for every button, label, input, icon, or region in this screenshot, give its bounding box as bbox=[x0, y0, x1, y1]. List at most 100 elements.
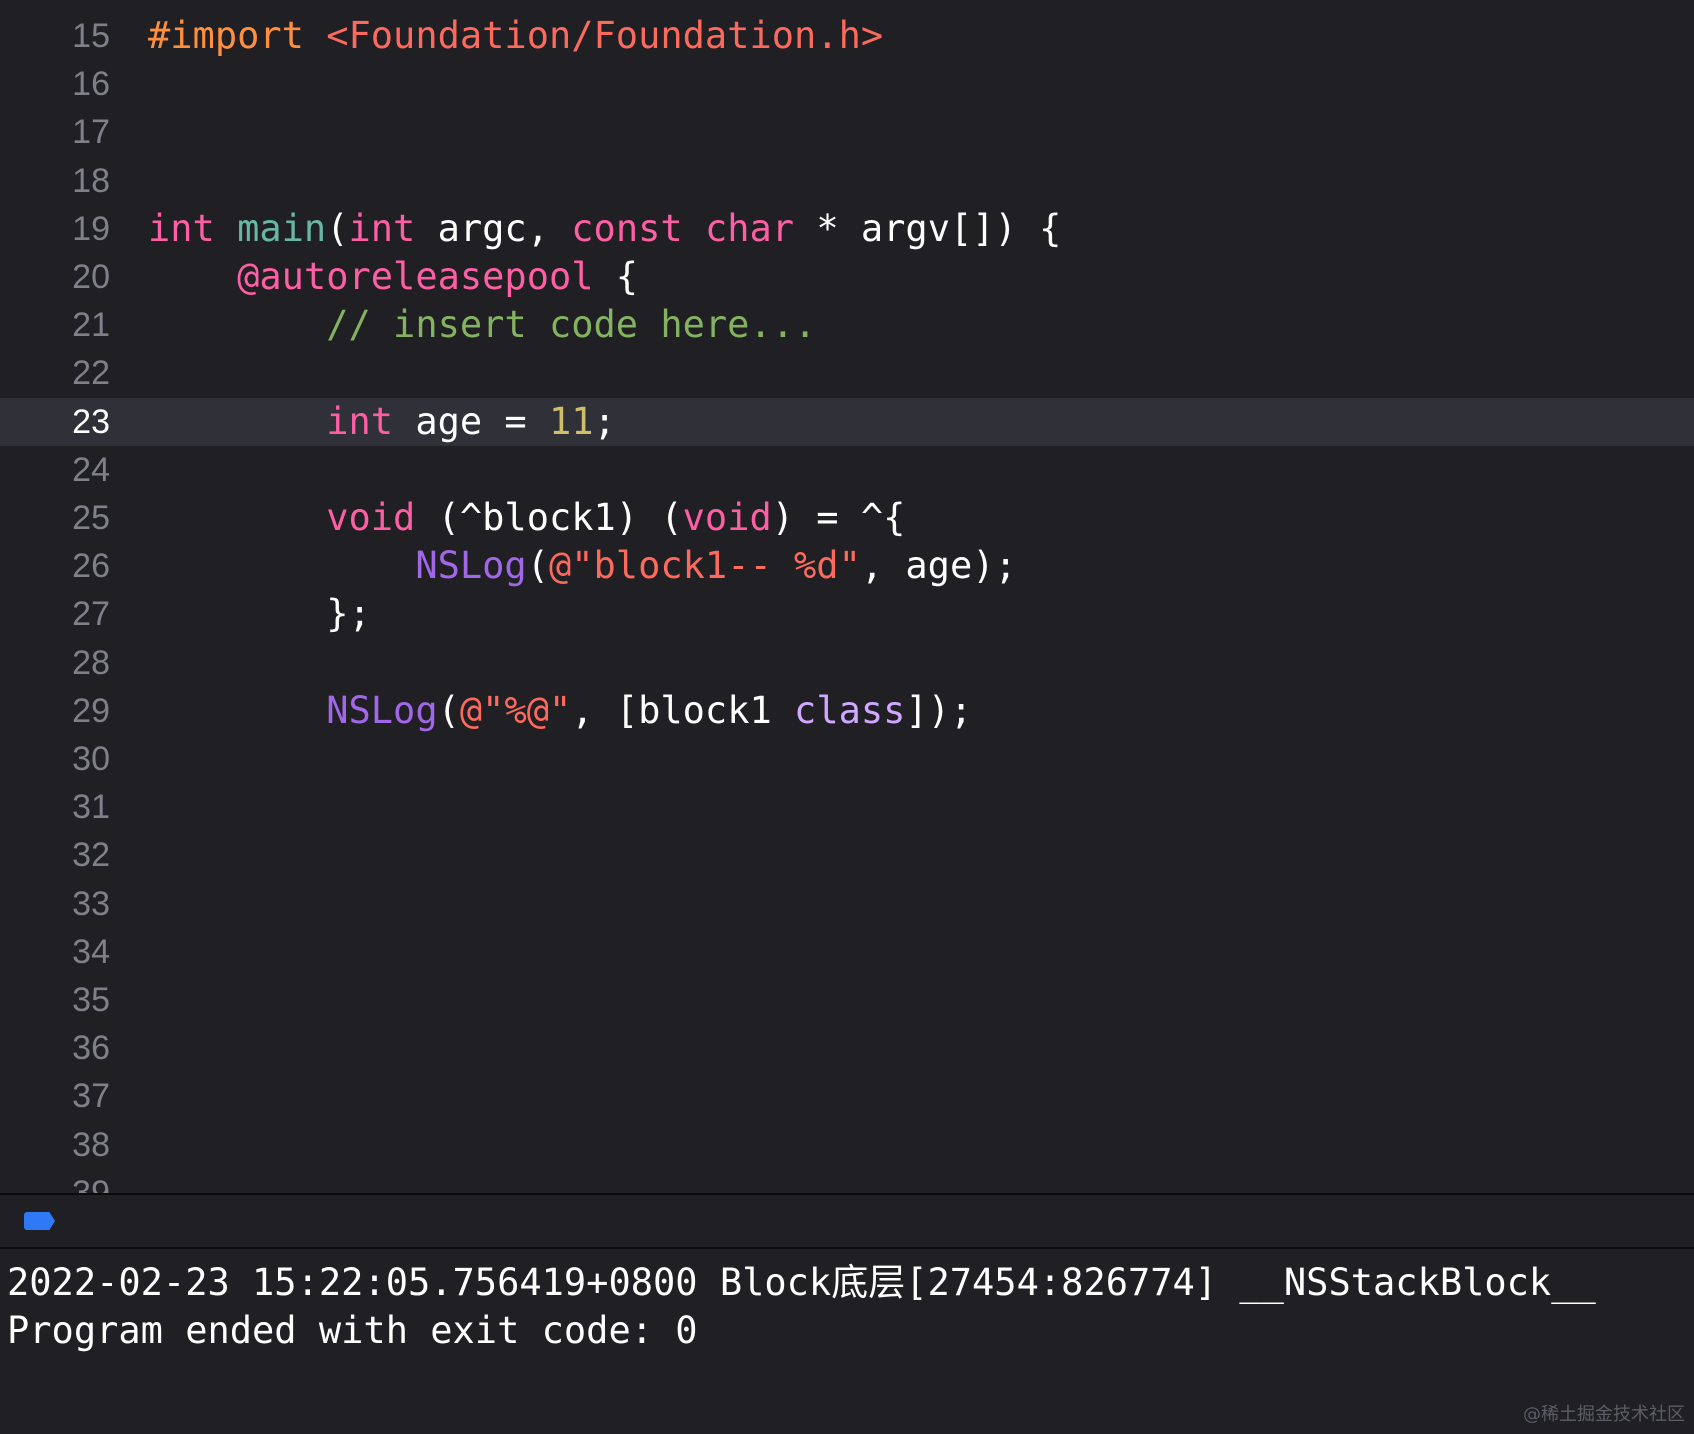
code-token-comment: // insert code here... bbox=[326, 303, 817, 347]
code-token-plain: }; bbox=[148, 592, 371, 636]
code-token-plain: { bbox=[593, 255, 639, 298]
code-token-func: main bbox=[237, 206, 327, 250]
line-number[interactable]: 35 bbox=[72, 976, 110, 1024]
code-token-plain: ; bbox=[593, 399, 616, 443]
code-token-plain: ) = ^{ bbox=[771, 496, 906, 539]
code-line[interactable]: 29 NSLog(@"%@", [block1 class]); bbox=[0, 687, 1694, 735]
code-token-plain: (^block1) ( bbox=[415, 496, 683, 539]
code-token-keyword: void bbox=[326, 496, 416, 539]
code-line[interactable]: 39 bbox=[0, 1169, 1694, 1193]
code-token-preproc: #import bbox=[148, 14, 304, 57]
code-token-string: @"%@" bbox=[459, 688, 572, 732]
code-text[interactable]: void (^block1) (void) = ^{ bbox=[148, 494, 905, 542]
code-line[interactable]: 17 bbox=[0, 108, 1694, 156]
console-output[interactable]: 2022-02-23 15:22:05.756419+0800 Block底层[… bbox=[0, 1249, 1694, 1434]
code-token-plain: * argv[]) { bbox=[794, 206, 1062, 250]
current-code-line[interactable]: 23 int age = 11; bbox=[0, 397, 1694, 446]
line-number[interactable]: 30 bbox=[72, 735, 110, 783]
breakpoint-arrow-icon[interactable] bbox=[24, 1212, 55, 1230]
code-text[interactable]: NSLog(@"%@", [block1 class]); bbox=[148, 687, 972, 735]
watermark: @稀土掘金技术社区 bbox=[1523, 1404, 1685, 1425]
line-number[interactable]: 17 bbox=[72, 108, 110, 156]
code-token-sysfunc: NSLog bbox=[415, 544, 527, 588]
code-text[interactable]: int main(int argc, const char * argv[]) … bbox=[148, 205, 1061, 253]
code-token-string: <Foundation/Foundation.h> bbox=[326, 14, 884, 57]
code-line[interactable]: 36 bbox=[0, 1024, 1694, 1072]
code-line[interactable]: 25 void (^block1) (void) = ^{ bbox=[0, 494, 1694, 542]
code-text[interactable]: }; bbox=[148, 590, 371, 638]
code-token-string: @"block1-- %d" bbox=[548, 544, 861, 588]
code-token-keyword: const bbox=[571, 206, 683, 250]
code-token-keyword: void bbox=[682, 496, 772, 539]
line-number[interactable]: 31 bbox=[72, 783, 110, 831]
line-number[interactable]: 15 bbox=[72, 12, 110, 60]
code-line[interactable]: 38 bbox=[0, 1121, 1694, 1169]
line-number[interactable]: 28 bbox=[72, 639, 110, 687]
line-number[interactable]: 27 bbox=[72, 590, 110, 638]
code-line[interactable]: 18 bbox=[0, 157, 1694, 205]
line-number[interactable]: 38 bbox=[72, 1121, 110, 1169]
code-text[interactable]: #import <Foundation/Foundation.h> bbox=[148, 12, 883, 60]
code-editor[interactable]: 15 #import <Foundation/Foundation.h> 16 17 1… bbox=[0, 0, 1694, 1193]
line-number[interactable]: 24 bbox=[72, 446, 110, 494]
line-number[interactable]: 20 bbox=[72, 253, 110, 301]
line-number[interactable]: 25 bbox=[72, 494, 110, 542]
line-number[interactable]: 37 bbox=[72, 1072, 110, 1120]
line-number[interactable]: 39 bbox=[72, 1169, 110, 1193]
code-text[interactable]: int age = 11; bbox=[148, 398, 616, 446]
code-line[interactable]: 33 bbox=[0, 880, 1694, 928]
line-number[interactable]: 22 bbox=[72, 349, 110, 397]
line-number[interactable]: 33 bbox=[72, 880, 110, 928]
line-number[interactable]: 23 bbox=[72, 398, 110, 446]
code-line[interactable]: 22 bbox=[0, 349, 1694, 397]
code-line[interactable]: 28 bbox=[0, 639, 1694, 687]
code-line[interactable]: 20 @autoreleasepool { bbox=[0, 253, 1694, 301]
line-number[interactable]: 29 bbox=[72, 687, 110, 735]
line-number[interactable]: 36 bbox=[72, 1024, 110, 1072]
line-number[interactable]: 16 bbox=[72, 60, 110, 108]
console-line: Program ended with exit code: 0 bbox=[7, 1309, 698, 1352]
code-token-number: 11 bbox=[548, 399, 594, 443]
code-line[interactable]: 15 #import <Foundation/Foundation.h> bbox=[0, 12, 1694, 60]
code-line[interactable]: 30 bbox=[0, 735, 1694, 783]
line-number[interactable]: 26 bbox=[72, 542, 110, 590]
code-line[interactable]: 19 int main(int argc, const char * argv[]… bbox=[0, 205, 1694, 253]
code-token-keyword: @autoreleasepool bbox=[237, 255, 594, 298]
code-token-method: class bbox=[794, 688, 906, 732]
code-token-plain: argc, bbox=[415, 206, 572, 250]
code-token-sysfunc: NSLog bbox=[326, 688, 438, 732]
code-line[interactable]: 34 bbox=[0, 928, 1694, 976]
code-token-plain: , [block1 bbox=[571, 688, 795, 732]
code-line[interactable]: 24 bbox=[0, 446, 1694, 494]
code-line[interactable]: 32 bbox=[0, 831, 1694, 879]
code-line[interactable]: 31 bbox=[0, 783, 1694, 831]
code-text[interactable]: NSLog(@"block1-- %d", age); bbox=[148, 542, 1016, 590]
line-number[interactable]: 18 bbox=[72, 157, 110, 205]
code-line[interactable]: 26 NSLog(@"block1-- %d", age); bbox=[0, 542, 1694, 590]
code-token-keyword: char bbox=[704, 206, 795, 250]
code-token-plain: age = bbox=[393, 399, 549, 443]
code-line[interactable]: 37 bbox=[0, 1072, 1694, 1120]
line-number[interactable]: 19 bbox=[72, 205, 110, 253]
code-line[interactable]: 27 }; bbox=[0, 590, 1694, 638]
code-token-plain: ( bbox=[437, 688, 460, 732]
line-number[interactable]: 21 bbox=[72, 301, 110, 349]
code-line[interactable]: 35 bbox=[0, 976, 1694, 1024]
code-text[interactable]: @autoreleasepool { bbox=[148, 253, 638, 301]
code-line[interactable]: 16 bbox=[0, 60, 1694, 108]
line-number[interactable]: 34 bbox=[72, 928, 110, 976]
code-text[interactable]: // insert code here... bbox=[148, 301, 816, 349]
code-token-keyword: int bbox=[326, 399, 394, 443]
line-number[interactable]: 32 bbox=[72, 831, 110, 879]
code-token-plain: ]); bbox=[905, 688, 973, 732]
code-line[interactable]: 21 // insert code here... bbox=[0, 301, 1694, 349]
